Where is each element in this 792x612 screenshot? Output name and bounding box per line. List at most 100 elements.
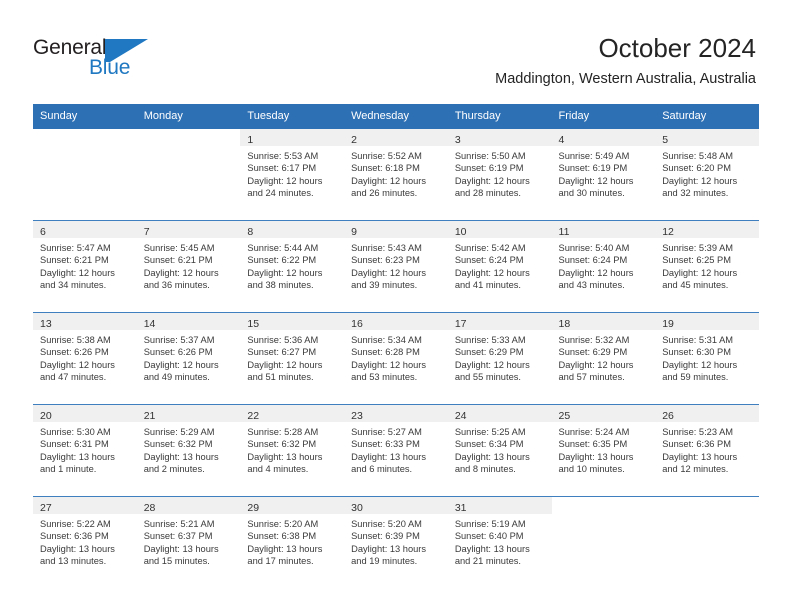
day-info: Sunrise: 5:37 AM Sunset: 6:26 PM Daylight:…	[137, 330, 241, 384]
daylight-text-line1: Daylight: 12 hours	[662, 359, 738, 370]
day-cell-content: 28 Sunrise: 5:21 AM Sunset: 6:37 PM Dayligh…	[136, 497, 241, 588]
day-info: Sunrise: 5:49 AM Sunset: 6:19 PM Daylight:…	[552, 146, 656, 200]
day-number: 6	[40, 226, 46, 238]
calendar-day-cell[interactable]: 29 Sunrise: 5:20 AM Sunset: 6:38 PM Dayligh…	[240, 496, 345, 588]
sunrise-text: Sunrise: 5:43 AM	[351, 243, 422, 253]
logo[interactable]: General Blue	[33, 36, 153, 82]
calendar-week-row: 6 Sunrise: 5:47 AM Sunset: 6:21 PM Daylight…	[33, 220, 759, 313]
day-number-band: 25	[551, 405, 656, 422]
logo-text-blue: Blue	[89, 56, 131, 79]
day-info: Sunrise: 5:28 AM Sunset: 6:32 PM Daylight:…	[240, 422, 344, 476]
calendar-day-cell[interactable]: 19 Sunrise: 5:31 AM Sunset: 6:30 PM Dayligh…	[655, 312, 759, 405]
calendar-day-cell[interactable]: 26 Sunrise: 5:23 AM Sunset: 6:36 PM Dayligh…	[655, 404, 759, 497]
daylight-text-line2: and 4 minutes.	[247, 464, 309, 475]
day-cell-content: 6 Sunrise: 5:47 AM Sunset: 6:21 PM Daylight…	[33, 221, 137, 312]
sunrise-text: Sunrise: 5:44 AM	[247, 243, 319, 253]
day-number-band: 23	[344, 405, 448, 422]
calendar-day-cell[interactable]: 1 Sunrise: 5:53 AM Sunset: 6:17 PM Daylight…	[240, 129, 345, 221]
daylight-text-line1: Daylight: 12 hours	[662, 175, 738, 186]
calendar-day-cell[interactable]: 27 Sunrise: 5:22 AM Sunset: 6:36 PM Dayligh…	[33, 496, 137, 588]
calendar-day-cell[interactable]: 28 Sunrise: 5:21 AM Sunset: 6:37 PM Dayligh…	[136, 496, 241, 588]
calendar-day-cell[interactable]: 14 Sunrise: 5:37 AM Sunset: 6:26 PM Dayligh…	[136, 312, 241, 405]
calendar-week-row: 1 Sunrise: 5:53 AM Sunset: 6:17 PM Daylight…	[33, 129, 759, 221]
sunrise-text: Sunrise: 5:36 AM	[247, 335, 319, 345]
calendar-day-cell[interactable]: 23 Sunrise: 5:27 AM Sunset: 6:33 PM Dayligh…	[344, 404, 448, 497]
day-number-band: 27	[33, 497, 137, 514]
day-number-band: 22	[240, 405, 345, 422]
calendar-day-cell[interactable]: 13 Sunrise: 5:38 AM Sunset: 6:26 PM Dayligh…	[33, 312, 137, 405]
daylight-text-line1: Daylight: 12 hours	[247, 359, 323, 370]
calendar-day-cell[interactable]: 18 Sunrise: 5:32 AM Sunset: 6:29 PM Dayligh…	[551, 312, 656, 405]
calendar-day-cell[interactable]: 6 Sunrise: 5:47 AM Sunset: 6:21 PM Daylight…	[33, 220, 137, 313]
daylight-text-line2: and 59 minutes.	[662, 372, 729, 383]
day-number-band: 18	[551, 313, 656, 330]
weekday-header-wednesday: Wednesday	[344, 104, 448, 129]
calendar-day-cell[interactable]: 16 Sunrise: 5:34 AM Sunset: 6:28 PM Dayligh…	[344, 312, 448, 405]
sunset-text: Sunset: 6:29 PM	[558, 347, 628, 358]
sunset-text: Sunset: 6:33 PM	[351, 439, 420, 450]
day-cell-empty	[137, 129, 241, 220]
daylight-text-line2: and 43 minutes.	[558, 280, 625, 291]
day-info: Sunrise: 5:34 AM Sunset: 6:28 PM Daylight:…	[344, 330, 448, 384]
calendar-day-cell[interactable]: 11 Sunrise: 5:40 AM Sunset: 6:24 PM Dayligh…	[551, 220, 656, 313]
calendar-day-cell[interactable]: 24 Sunrise: 5:25 AM Sunset: 6:34 PM Dayligh…	[447, 404, 552, 497]
day-number-band: 13	[33, 313, 137, 330]
calendar-day-cell[interactable]: 15 Sunrise: 5:36 AM Sunset: 6:27 PM Dayligh…	[240, 312, 345, 405]
calendar-day-cell[interactable]: 21 Sunrise: 5:29 AM Sunset: 6:32 PM Dayligh…	[136, 404, 241, 497]
calendar-day-cell[interactable]: 3 Sunrise: 5:50 AM Sunset: 6:19 PM Daylight…	[447, 129, 552, 221]
sunset-text: Sunset: 6:27 PM	[247, 347, 317, 358]
calendar-day-cell[interactable]: 17 Sunrise: 5:33 AM Sunset: 6:29 PM Dayligh…	[447, 312, 552, 405]
sunrise-text: Sunrise: 5:29 AM	[143, 427, 215, 437]
calendar-day-cell[interactable]: 2 Sunrise: 5:52 AM Sunset: 6:18 PM Daylight…	[344, 129, 448, 221]
day-number: 15	[247, 318, 260, 330]
day-cell-content: 31 Sunrise: 5:19 AM Sunset: 6:40 PM Dayligh…	[447, 497, 552, 588]
sunset-text: Sunset: 6:19 PM	[454, 163, 524, 174]
day-number: 27	[40, 502, 52, 514]
day-number: 9	[351, 226, 357, 238]
day-cell-content: 10 Sunrise: 5:42 AM Sunset: 6:24 PM Dayligh…	[447, 221, 552, 312]
day-number-band: 7	[136, 221, 241, 238]
daylight-text-line2: and 39 minutes.	[351, 280, 418, 291]
sunset-text: Sunset: 6:25 PM	[662, 255, 731, 266]
calendar-day-cell[interactable]: 9 Sunrise: 5:43 AM Sunset: 6:23 PM Daylight…	[344, 220, 448, 313]
day-info: Sunrise: 5:21 AM Sunset: 6:37 PM Daylight:…	[137, 514, 241, 568]
sunrise-text: Sunrise: 5:24 AM	[558, 427, 630, 437]
day-number-band: 10	[447, 221, 552, 238]
sunrise-text: Sunrise: 5:34 AM	[351, 335, 422, 345]
calendar-day-cell[interactable]: 10 Sunrise: 5:42 AM Sunset: 6:24 PM Dayligh…	[447, 220, 552, 313]
sunrise-text: Sunrise: 5:28 AM	[247, 427, 319, 437]
day-number: 1	[247, 134, 254, 146]
day-cell-content: 15 Sunrise: 5:36 AM Sunset: 6:27 PM Dayligh…	[240, 313, 345, 404]
day-number: 25	[558, 410, 571, 422]
sunset-text: Sunset: 6:24 PM	[454, 255, 524, 266]
calendar-day-cell[interactable]: 20 Sunrise: 5:30 AM Sunset: 6:31 PM Dayligh…	[33, 404, 137, 497]
calendar-day-cell[interactable]: 5 Sunrise: 5:48 AM Sunset: 6:20 PM Daylight…	[655, 129, 759, 221]
calendar-day-cell[interactable]: 4 Sunrise: 5:49 AM Sunset: 6:19 PM Daylight…	[551, 129, 656, 221]
day-info: Sunrise: 5:53 AM Sunset: 6:17 PM Daylight:…	[240, 146, 344, 200]
sunrise-text: Sunrise: 5:53 AM	[247, 151, 319, 161]
sunset-text: Sunset: 6:20 PM	[662, 163, 731, 174]
day-number-band: 26	[655, 405, 759, 422]
sunset-text: Sunset: 6:39 PM	[351, 531, 420, 542]
daylight-text-line2: and 47 minutes.	[40, 372, 107, 383]
sunrise-text: Sunrise: 5:27 AM	[351, 427, 422, 437]
calendar-day-cell[interactable]: 25 Sunrise: 5:24 AM Sunset: 6:35 PM Dayligh…	[551, 404, 656, 497]
calendar-day-cell[interactable]: 31 Sunrise: 5:19 AM Sunset: 6:40 PM Dayligh…	[447, 496, 552, 588]
sunset-text: Sunset: 6:35 PM	[558, 439, 628, 450]
sunrise-text: Sunrise: 5:20 AM	[247, 519, 319, 529]
daylight-text-line2: and 10 minutes.	[558, 464, 625, 475]
daylight-text-line1: Daylight: 13 hours	[351, 451, 427, 462]
sunset-text: Sunset: 6:31 PM	[40, 439, 109, 450]
calendar-day-cell[interactable]: 8 Sunrise: 5:44 AM Sunset: 6:22 PM Daylight…	[240, 220, 345, 313]
daylight-text-line2: and 8 minutes.	[454, 464, 516, 475]
calendar-day-cell[interactable]: 22 Sunrise: 5:28 AM Sunset: 6:32 PM Dayligh…	[240, 404, 345, 497]
daylight-text-line2: and 45 minutes.	[662, 280, 729, 291]
calendar-day-cell[interactable]: 30 Sunrise: 5:20 AM Sunset: 6:39 PM Dayligh…	[344, 496, 448, 588]
daylight-text-line2: and 51 minutes.	[247, 372, 314, 383]
calendar-day-cell	[33, 129, 137, 221]
sunrise-text: Sunrise: 5:33 AM	[454, 335, 526, 345]
calendar-week-row: 13 Sunrise: 5:38 AM Sunset: 6:26 PM Dayligh…	[33, 312, 759, 405]
calendar-day-cell[interactable]: 7 Sunrise: 5:45 AM Sunset: 6:21 PM Daylight…	[136, 220, 241, 313]
calendar-day-cell[interactable]: 12 Sunrise: 5:39 AM Sunset: 6:25 PM Dayligh…	[655, 220, 759, 313]
calendar-week-row: 20 Sunrise: 5:30 AM Sunset: 6:31 PM Dayligh…	[33, 404, 759, 497]
